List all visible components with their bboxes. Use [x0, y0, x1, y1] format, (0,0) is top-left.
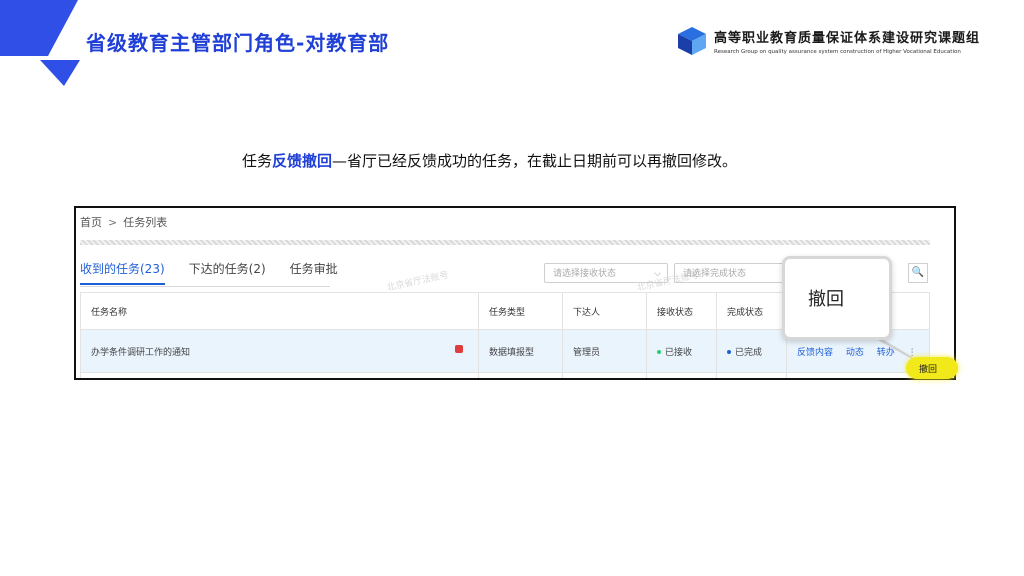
hatched-divider: [80, 240, 930, 245]
tab-issued[interactable]: 下达的任务(2): [189, 260, 266, 285]
header-issuer: 下达人: [562, 292, 647, 330]
task-name[interactable]: 办学条件调研工作的通知: [91, 348, 190, 358]
task-tabs: 收到的任务(23) 下达的任务(2) 任务审批: [80, 260, 362, 285]
alarm-icon: [455, 344, 463, 353]
header-receive-status: 接收状态: [646, 292, 717, 330]
breadcrumb-separator: >: [108, 216, 118, 229]
table-row: [80, 372, 930, 378]
activity-link[interactable]: 动态: [846, 348, 864, 358]
task-type: 数据填报型: [478, 329, 563, 373]
breadcrumb-home[interactable]: 首页: [80, 216, 102, 229]
research-group-logo: 高等职业教育质量保证体系建设研究课题组 Research Group on qu…: [676, 25, 980, 57]
caption-prefix: 任务: [242, 152, 273, 170]
transfer-link[interactable]: 转办: [877, 348, 895, 358]
corner-decoration: [0, 0, 80, 86]
zoom-callout-text: 撤回: [808, 289, 844, 310]
complete-status-placeholder: 请选择完成状态: [683, 269, 747, 279]
more-vertical-icon[interactable]: ⋮: [908, 348, 917, 358]
watermark-text: 北京省厅法账号: [385, 270, 450, 294]
header-complete-status: 完成状态: [716, 292, 787, 330]
withdraw-button[interactable]: 撤回: [919, 362, 937, 375]
cube-logo-icon: [678, 27, 706, 55]
complete-status: 已完成: [735, 347, 763, 358]
task-name-cell: 办学条件调研工作的通知: [80, 329, 479, 373]
logo-chinese-text: 高等职业教育质量保证体系建设研究课题组: [714, 31, 981, 46]
receive-status-select[interactable]: 请选择接收状态 ⌵: [544, 263, 668, 283]
search-icon: 🔍: [911, 267, 925, 278]
caption-highlight: 反馈撤回: [272, 152, 333, 170]
tab-received[interactable]: 收到的任务(23): [80, 260, 165, 285]
feedback-content-link[interactable]: 反馈内容: [797, 348, 833, 358]
slide-caption: 任务反馈撤回—省厅已经反馈成功的任务，在截止日期前可以再撤回修改。: [242, 150, 737, 171]
receive-status: 已接收: [665, 347, 693, 358]
logo-english-text: Research Group on quality assurance syst…: [714, 49, 961, 55]
receive-status-cell: 已接收: [646, 329, 717, 373]
slide-title: 省级教育主管部门角色-对教育部: [86, 31, 390, 55]
complete-status-cell: 已完成: [716, 329, 787, 373]
tabs-underline: [80, 286, 330, 287]
chevron-down-icon: ⌵: [654, 269, 661, 279]
received-status-dot-icon: [657, 350, 661, 354]
header-task-type: 任务类型: [478, 292, 563, 330]
search-button[interactable]: 🔍: [908, 263, 928, 283]
receive-status-placeholder: 请选择接收状态: [553, 269, 617, 279]
completed-status-dot-icon: [727, 350, 731, 354]
breadcrumb-current: 任务列表: [123, 216, 168, 229]
caption-suffix: —省厅已经反馈成功的任务，在截止日期前可以再撤回修改。: [332, 152, 738, 170]
breadcrumb: 首页 > 任务列表: [80, 214, 167, 230]
issuer: 管理员: [562, 329, 647, 373]
header-task-name: 任务名称: [80, 292, 479, 330]
tab-approval[interactable]: 任务审批: [290, 260, 338, 285]
